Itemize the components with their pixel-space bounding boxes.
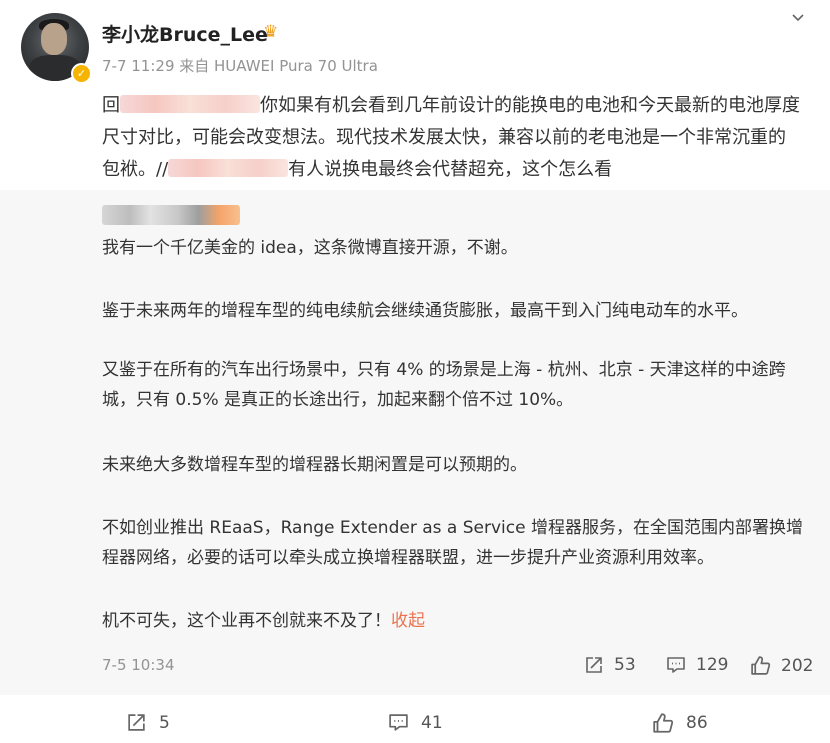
avatar-face	[41, 23, 67, 55]
like-button[interactable]: 86	[652, 712, 708, 734]
collapse-link[interactable]: 收起	[391, 611, 425, 631]
post-text-part2: 有人说换电最终会代替超充，这个怎么看	[288, 159, 613, 180]
repost-count: 5	[159, 712, 170, 733]
quoted-paragraph: 又鉴于在所有的汽车出行场景中，只有 4% 的场景是上海 - 杭州、北京 - 天津…	[102, 360, 786, 410]
repost-icon	[128, 714, 145, 731]
comment-icon	[389, 714, 408, 731]
repost-icon	[586, 657, 602, 673]
quoted-like-count: 202	[781, 655, 814, 676]
quoted-paragraph: 鉴于未来两年的增程车型的纯电续航会继续通货膨胀，最高干到入门纯电动车的水平。	[102, 301, 748, 321]
blurred-author	[102, 205, 240, 225]
quoted-repost-button[interactable]: 53	[584, 655, 636, 675]
quoted-repost-count: 53	[614, 655, 636, 675]
quoted-like-button[interactable]: 202	[750, 655, 813, 676]
quoted-paragraph: 不如创业推出 REaaS，Range Extender as a Service…	[102, 518, 803, 568]
quoted-paragraph: 未来绝大多数增程车型的增程器长期闲置是可以预期的。	[102, 455, 527, 475]
thumbs-up-icon	[653, 713, 674, 733]
blurred-username-2	[168, 159, 289, 177]
username[interactable]: 李小龙Bruce_Lee	[102, 20, 268, 47]
quoted-paragraph: 我有一个千亿美金的 idea，这条微博直接开源，不谢。	[102, 238, 518, 258]
comment-button[interactable]: 41	[388, 712, 443, 733]
like-count: 86	[686, 713, 708, 733]
quoted-comment-button[interactable]: 129	[666, 655, 728, 675]
chevron-down-icon[interactable]	[790, 10, 806, 26]
verified-badge-icon: ✓	[71, 63, 92, 84]
quoted-author[interactable]	[102, 205, 240, 229]
reply-prefix: 回	[102, 95, 120, 116]
quoted-last-paragraph: 机不可失，这个业再不创就来不及了！收起	[102, 606, 812, 636]
comment-count: 41	[421, 712, 443, 733]
quoted-date: 7-5 10:34	[102, 656, 175, 674]
quoted-comment-count: 129	[696, 655, 729, 675]
quoted-paragraph: 机不可失，这个业再不创就来不及了！	[102, 611, 391, 631]
post-meta: 7-7 11:29 来自 HUAWEI Pura 70 Ultra	[102, 57, 378, 75]
thumbs-up-icon	[751, 656, 771, 675]
post-content: 回你如果有机会看到几年前设计的能换电的电池和今天最新的电池厚度尺寸对比，可能会改…	[102, 90, 802, 186]
repost-button[interactable]: 5	[126, 712, 170, 733]
blurred-username	[120, 95, 260, 113]
comment-icon	[667, 657, 685, 673]
crown-icon: ♛	[263, 22, 279, 42]
